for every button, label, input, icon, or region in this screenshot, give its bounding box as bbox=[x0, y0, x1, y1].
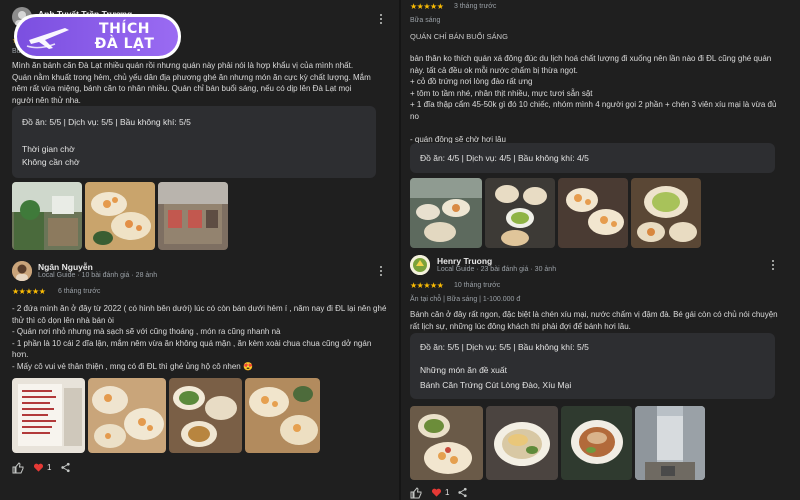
reaction-count[interactable]: 1 bbox=[431, 487, 449, 498]
star-rating: ★★★★★ bbox=[410, 2, 444, 11]
review-photo[interactable] bbox=[158, 182, 228, 250]
like-button[interactable] bbox=[410, 487, 422, 499]
star-rating: ★★★★★ bbox=[410, 281, 444, 290]
more-vert-icon[interactable] bbox=[376, 265, 386, 277]
review-photo[interactable] bbox=[85, 182, 155, 250]
review-photo[interactable] bbox=[169, 378, 242, 453]
airplane-icon bbox=[26, 27, 69, 49]
reviewer-stats: Local Guide · 10 bài đánh giá · 28 ảnh bbox=[38, 272, 158, 279]
heart-icon bbox=[431, 488, 442, 497]
ratings-line: Đồ ăn: 5/5 | Dịch vụ: 5/5 | Bầu không kh… bbox=[420, 342, 589, 352]
more-vert-icon[interactable] bbox=[768, 259, 778, 271]
share-button[interactable] bbox=[457, 487, 468, 498]
review-photo[interactable] bbox=[486, 406, 558, 480]
recommended-dishes: Bánh Căn Trứng Cút Lòng Đào, Xíu Mại bbox=[420, 380, 572, 390]
like-count: 1 bbox=[47, 463, 52, 472]
share-icon bbox=[61, 462, 70, 473]
review-photo[interactable] bbox=[410, 406, 483, 480]
review-tags: Ăn tại chỗ | Bữa sáng | 1-100.000 đ bbox=[410, 296, 521, 303]
review-photo[interactable] bbox=[558, 178, 628, 248]
brand-logo: THÍCH ĐÀ LẠT bbox=[14, 14, 181, 59]
review-photo[interactable] bbox=[410, 178, 482, 248]
reviewer-stats: Local Guide · 23 bài đánh giá · 30 ảnh bbox=[437, 266, 557, 273]
reviewer-name[interactable]: Henry Truong bbox=[437, 256, 492, 266]
share-icon bbox=[458, 487, 467, 498]
ratings-line: Đồ ăn: 5/5 | Dịch vụ: 5/5 | Bầu không kh… bbox=[22, 117, 191, 127]
reviewer-name[interactable]: Ngân Nguyễn bbox=[38, 262, 93, 272]
review-photo[interactable] bbox=[635, 406, 705, 480]
thumb-up-icon bbox=[12, 462, 24, 474]
review-heading: QUÁN CHỈ BÁN BUỔI SÁNG bbox=[410, 32, 508, 41]
thumb-up-icon bbox=[410, 487, 422, 499]
review-photo[interactable] bbox=[485, 178, 555, 248]
review-photo[interactable] bbox=[88, 378, 166, 453]
more-vert-icon[interactable] bbox=[376, 13, 386, 25]
share-button[interactable] bbox=[60, 462, 71, 473]
review-details-panel: Đồ ăn: 4/5 | Dịch vụ: 4/5 | Bầu không kh… bbox=[410, 143, 775, 173]
avatar[interactable] bbox=[12, 261, 32, 281]
wait-time-label: Thời gian chờ bbox=[22, 144, 75, 154]
left-review-column: Anh Tuyết Trần Trương ★★★★★ Bữa THÍCH ĐÀ… bbox=[0, 0, 400, 500]
ratings-line: Đồ ăn: 4/5 | Dịch vụ: 4/5 | Bầu không kh… bbox=[420, 153, 589, 163]
meal-type: Bữa sáng bbox=[410, 17, 441, 24]
avatar[interactable] bbox=[410, 255, 430, 275]
like-button[interactable] bbox=[12, 462, 24, 474]
review-photo[interactable] bbox=[631, 178, 701, 248]
review-text: Mình ăn bánh căn Đà Lạt nhiều quán rồi n… bbox=[12, 61, 371, 105]
review-photo[interactable] bbox=[245, 378, 320, 453]
review-text: bản thân ko thích quán xá đông đúc du lị… bbox=[410, 54, 777, 144]
review-details-panel: Đồ ăn: 5/5 | Dịch vụ: 5/5 | Bầu không kh… bbox=[410, 333, 775, 399]
review-photo[interactable] bbox=[12, 182, 82, 250]
like-count: 1 bbox=[445, 488, 450, 497]
review-text: - 2 đứa mình ăn ở đây từ 2022 ( có hình … bbox=[12, 304, 387, 371]
review-photo[interactable] bbox=[561, 406, 632, 480]
review-photo[interactable] bbox=[12, 378, 85, 453]
reaction-count[interactable]: 1 bbox=[33, 462, 51, 473]
right-review-column: ★★★★★ 3 tháng trước Bữa sáng QUÁN CHỈ BÁ… bbox=[400, 0, 800, 500]
logo-text: THÍCH ĐÀ LẠT bbox=[94, 20, 155, 52]
wait-time-value: Không cần chờ bbox=[22, 157, 80, 167]
review-time: 10 tháng trước bbox=[454, 282, 501, 289]
review-details-panel: Đồ ăn: 5/5 | Dịch vụ: 5/5 | Bầu không kh… bbox=[12, 106, 376, 178]
review-time: 3 tháng trước bbox=[454, 3, 497, 10]
review-time: 6 tháng trước bbox=[58, 288, 101, 295]
recommended-label: Những món ăn đề xuất bbox=[420, 365, 507, 375]
heart-icon bbox=[33, 463, 44, 472]
star-rating: ★★★★★ bbox=[12, 287, 46, 296]
review-text: Bánh căn ở đây rất ngon, đặc biệt là ché… bbox=[410, 310, 778, 331]
